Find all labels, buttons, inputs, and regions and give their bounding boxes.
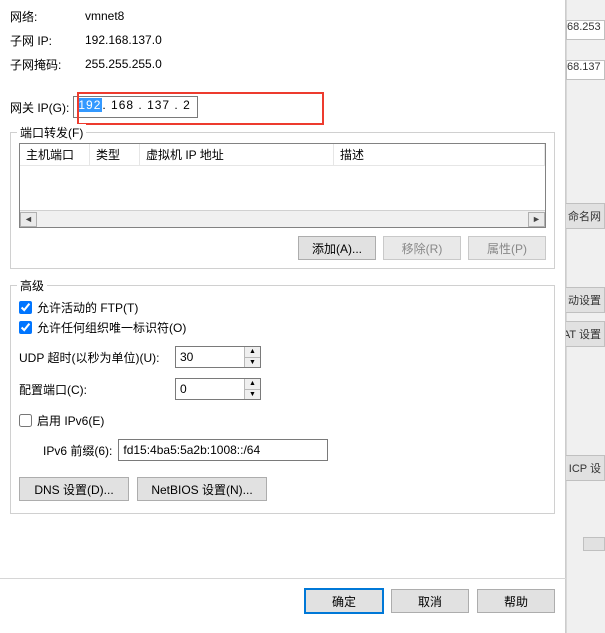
- dns-settings-button[interactable]: DNS 设置(D)...: [19, 477, 129, 501]
- allow-oui-row[interactable]: 允许任何组织唯一标识符(O): [19, 319, 546, 336]
- allow-active-ftp-label: 允许活动的 FTP(T): [37, 299, 138, 316]
- col-desc[interactable]: 描述: [334, 144, 545, 165]
- dialog-footer: 确定 取消 帮助: [305, 589, 555, 613]
- gateway-ip-input[interactable]: 192. 168 . 137 . 2: [73, 96, 198, 118]
- gateway-label: 网关 IP(G):: [10, 99, 69, 116]
- port-forwarding-group: 端口转发(F) 主机端口 类型 虚拟机 IP 地址 描述 ◄ ► 添加(A)..…: [10, 132, 555, 269]
- add-button[interactable]: 添加(A)...: [298, 236, 376, 260]
- allow-active-ftp-row[interactable]: 允许活动的 FTP(T): [19, 299, 546, 316]
- subnet-mask-value: 255.255.255.0: [75, 57, 162, 71]
- udp-timeout-label: UDP 超时(以秒为单位)(U):: [19, 349, 169, 366]
- horizontal-scrollbar[interactable]: ◄ ►: [20, 210, 545, 227]
- table-header: 主机端口 类型 虚拟机 IP 地址 描述: [20, 144, 545, 166]
- spin-down-icon[interactable]: ▼: [245, 358, 260, 368]
- table-body-empty: [20, 166, 545, 210]
- scroll-left-icon[interactable]: ◄: [20, 212, 37, 227]
- port-forwarding-legend: 端口转发(F): [17, 124, 86, 141]
- separator: [0, 578, 566, 579]
- network-label: 网络:: [10, 8, 75, 25]
- scroll-right-icon[interactable]: ►: [528, 212, 545, 227]
- col-vm-ip[interactable]: 虚拟机 IP 地址: [140, 144, 334, 165]
- help-button[interactable]: 帮助: [477, 589, 555, 613]
- nat-settings-dialog: 网络: vmnet8 子网 IP: 192.168.137.0 子网掩码: 25…: [0, 0, 566, 633]
- col-host-port[interactable]: 主机端口: [20, 144, 90, 165]
- subnet-ip-value: 192.168.137.0: [75, 33, 162, 47]
- bg-btn-frag: [583, 537, 605, 551]
- spin-down-icon[interactable]: ▼: [245, 390, 260, 400]
- bg-ip-frag-2: 68.137: [566, 60, 605, 80]
- advanced-legend: 高级: [17, 277, 47, 294]
- allow-oui-label: 允许任何组织唯一标识符(O): [37, 319, 186, 336]
- ok-button[interactable]: 确定: [305, 589, 383, 613]
- bg-rename-frag: 命名网: [564, 203, 605, 229]
- enable-ipv6-row[interactable]: 启用 IPv6(E): [19, 412, 546, 429]
- port-forwarding-table[interactable]: 主机端口 类型 虚拟机 IP 地址 描述 ◄ ►: [19, 143, 546, 228]
- config-port-spinner[interactable]: ▲ ▼: [175, 378, 261, 400]
- ipv6-prefix-label: IPv6 前缀(6):: [43, 442, 112, 459]
- network-value: vmnet8: [75, 9, 124, 23]
- bg-dhcp-frag: ICP 设: [565, 455, 605, 481]
- config-port-input[interactable]: [176, 379, 244, 399]
- gateway-ip-selection: 192: [77, 98, 102, 112]
- properties-button: 属性(P): [468, 236, 546, 260]
- netbios-settings-button[interactable]: NetBIOS 设置(N)...: [137, 477, 267, 501]
- spin-up-icon[interactable]: ▲: [245, 379, 260, 390]
- enable-ipv6-label: 启用 IPv6(E): [37, 412, 104, 429]
- config-port-label: 配置端口(C):: [19, 381, 169, 398]
- ipv6-prefix-input[interactable]: [118, 439, 328, 461]
- subnet-ip-label: 子网 IP:: [10, 32, 75, 49]
- subnet-mask-label: 子网掩码:: [10, 56, 75, 73]
- udp-timeout-spinner[interactable]: ▲ ▼: [175, 346, 261, 368]
- allow-active-ftp-checkbox[interactable]: [19, 301, 32, 314]
- remove-button: 移除(R): [383, 236, 461, 260]
- col-type[interactable]: 类型: [90, 144, 140, 165]
- advanced-group: 高级 允许活动的 FTP(T) 允许任何组织唯一标识符(O) UDP 超时(以秒…: [10, 285, 555, 514]
- background-window: 68.253 68.137 命名网 动设置 AT 设置 ICP 设: [566, 0, 605, 633]
- enable-ipv6-checkbox[interactable]: [19, 414, 32, 427]
- udp-timeout-input[interactable]: [176, 347, 244, 367]
- allow-oui-checkbox[interactable]: [19, 321, 32, 334]
- spin-up-icon[interactable]: ▲: [245, 347, 260, 358]
- bg-auto-frag: 动设置: [564, 287, 605, 313]
- cancel-button[interactable]: 取消: [391, 589, 469, 613]
- bg-ip-frag-1: 68.253: [566, 20, 605, 40]
